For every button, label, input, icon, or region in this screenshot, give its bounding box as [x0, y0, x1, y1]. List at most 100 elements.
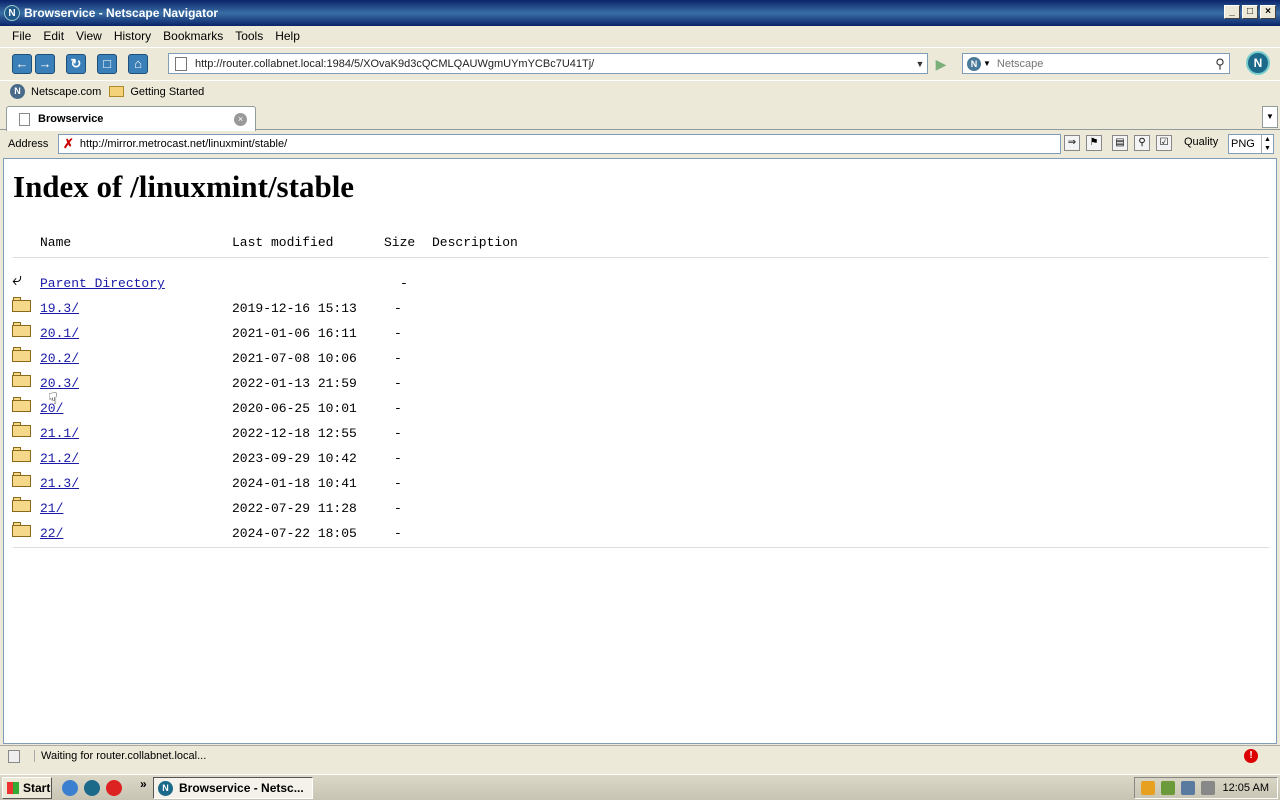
sort-by-description-link[interactable]: Description: [432, 235, 518, 250]
internet-explorer-icon[interactable]: [62, 780, 78, 796]
dir-link[interactable]: 19.3/: [40, 301, 79, 316]
search-engine-dropdown-icon[interactable]: ▼: [983, 59, 991, 68]
page-content: Index of /linuxmint/stable Name Last mod…: [3, 158, 1277, 744]
search-engine-icon[interactable]: N: [967, 56, 981, 71]
go-button[interactable]: ▶: [930, 54, 952, 74]
url-dropdown-icon[interactable]: ▼: [913, 59, 927, 69]
minimize-button[interactable]: _: [1224, 5, 1240, 19]
quality-select[interactable]: PNG ▲ ▼: [1228, 134, 1274, 154]
insecure-icon: ✗: [63, 136, 74, 151]
row-size: -: [394, 501, 402, 516]
menu-edit[interactable]: Edit: [37, 29, 70, 43]
table-row: 20.2/ 2021-07-08 10:06 -: [4, 347, 704, 376]
taskbar: Start » N Browservice - Netsc... 12:05 A…: [0, 774, 1280, 800]
taskbar-window-button[interactable]: N Browservice - Netsc...: [153, 777, 313, 799]
start-button[interactable]: Start: [2, 777, 52, 799]
save-icon[interactable]: ▤: [1112, 135, 1128, 151]
menu-history[interactable]: History: [108, 29, 157, 43]
row-size: -: [394, 476, 402, 491]
folder-icon: [12, 322, 32, 337]
dir-link[interactable]: 20.1/: [40, 326, 79, 341]
menu-help[interactable]: Help: [269, 29, 306, 43]
bookmarks-toolbar: N Netscape.com Getting Started: [0, 80, 1280, 102]
netscape-quicklaunch-icon[interactable]: [84, 780, 100, 796]
maximize-button[interactable]: □: [1242, 5, 1258, 19]
security-shield-icon[interactable]: [1161, 781, 1175, 795]
folder-icon: [109, 86, 125, 97]
window-controls: _ □ ×: [1224, 5, 1276, 19]
window-title-bar[interactable]: N Browservice - Netscape Navigator _ □ ×: [0, 0, 1280, 26]
update-icon[interactable]: [1141, 781, 1155, 795]
clock: 12:05 AM: [1222, 782, 1269, 794]
url-bar[interactable]: http://router.collabnet.local:1984/5/XOv…: [168, 53, 928, 74]
bookmark-icon[interactable]: ⚑: [1086, 135, 1102, 151]
netscape-throbber-icon[interactable]: N: [1246, 51, 1270, 75]
dir-link[interactable]: 20.2/: [40, 351, 79, 366]
table-row: 21.1/ 2022-12-18 12:55 -: [4, 422, 704, 451]
netscape-app-icon: N: [4, 5, 20, 21]
volume-muted-icon[interactable]: [1201, 781, 1215, 795]
search-input[interactable]: [996, 57, 1211, 70]
folder-icon: [12, 372, 32, 387]
table-row: 19.3/ 2019-12-16 15:13 -: [4, 297, 704, 326]
row-modified: 2021-07-08 10:06: [232, 351, 357, 366]
back-arrow-icon: ⤶: [12, 271, 23, 291]
tab-browservice[interactable]: Browservice ×: [6, 106, 256, 131]
bookmark-label: Netscape.com: [31, 85, 102, 98]
row-modified: 2024-07-22 18:05: [232, 526, 357, 541]
quality-spinner-icon[interactable]: ▲ ▼: [1261, 135, 1273, 153]
dir-link[interactable]: 21/: [40, 501, 63, 516]
stop-icon[interactable]: □: [97, 53, 117, 74]
hand-cursor-icon: ☟: [48, 391, 58, 408]
menu-view[interactable]: View: [70, 29, 108, 43]
row-modified: 2024-01-18 10:41: [232, 476, 357, 491]
close-button[interactable]: ×: [1260, 5, 1276, 19]
clipboard-icon[interactable]: ☑: [1156, 135, 1172, 151]
address-value[interactable]: http://mirror.metrocast.net/linuxmint/st…: [80, 138, 287, 150]
row-modified: 2022-07-29 11:28: [232, 501, 357, 516]
dir-link[interactable]: 22/: [40, 526, 63, 541]
url-text[interactable]: http://router.collabnet.local:1984/5/XOv…: [195, 58, 913, 70]
row-size: -: [400, 276, 408, 291]
search-box[interactable]: N ▼ ⚲: [962, 53, 1230, 74]
menu-file[interactable]: File: [6, 29, 37, 43]
back-arrow-icon[interactable]: ←: [12, 53, 32, 74]
parent-directory-link[interactable]: Parent Directory: [40, 276, 165, 291]
network-icon[interactable]: [1181, 781, 1195, 795]
reload-icon[interactable]: ↻: [66, 53, 86, 74]
bookmark-getting-started[interactable]: Getting Started: [109, 86, 204, 98]
tab-bar: Browservice × ▼: [0, 104, 1280, 131]
go-arrow-icon[interactable]: ⇒: [1064, 135, 1080, 151]
tab-list-dropdown-icon[interactable]: ▼: [1262, 106, 1278, 128]
dir-link[interactable]: 21.3/: [40, 476, 79, 491]
sort-by-name-link[interactable]: Name: [40, 235, 71, 250]
dir-link[interactable]: 21.1/: [40, 426, 79, 441]
home-icon[interactable]: ⌂: [128, 53, 148, 74]
forward-arrow-icon[interactable]: →: [35, 53, 55, 74]
folder-icon: [12, 397, 32, 412]
menu-bookmarks[interactable]: Bookmarks: [157, 29, 229, 43]
dir-link[interactable]: 20.3/: [40, 376, 79, 391]
quicklaunch-more-icon[interactable]: »: [140, 777, 147, 791]
menu-tools[interactable]: Tools: [229, 29, 269, 43]
window-title: Browservice - Netscape Navigator: [24, 6, 219, 20]
page-icon: [175, 56, 187, 71]
close-tab-icon[interactable]: ×: [234, 112, 247, 126]
search-icon[interactable]: ⚲: [1211, 56, 1229, 72]
folder-icon: [12, 522, 32, 537]
row-modified: 2023-09-29 10:42: [232, 451, 357, 466]
header-divider: [13, 257, 1269, 258]
alert-icon[interactable]: !: [1244, 749, 1258, 763]
row-modified: 2021-01-06 16:11: [232, 326, 357, 341]
opera-icon[interactable]: [106, 780, 122, 796]
find-icon[interactable]: ⚲: [1134, 135, 1150, 151]
address-field[interactable]: ✗ http://mirror.metrocast.net/linuxmint/…: [58, 134, 1061, 154]
security-lock-icon[interactable]: [8, 749, 20, 763]
dir-link[interactable]: 21.2/: [40, 451, 79, 466]
folder-icon: [12, 422, 32, 437]
table-row: 20/ 2020-06-25 10:01 -: [4, 397, 704, 426]
bookmark-netscape[interactable]: N Netscape.com: [10, 84, 101, 99]
sort-by-modified-link[interactable]: Last modified: [232, 235, 333, 250]
table-row: 21/ 2022-07-29 11:28 -: [4, 497, 704, 526]
sort-by-size-link[interactable]: Size: [384, 235, 415, 250]
